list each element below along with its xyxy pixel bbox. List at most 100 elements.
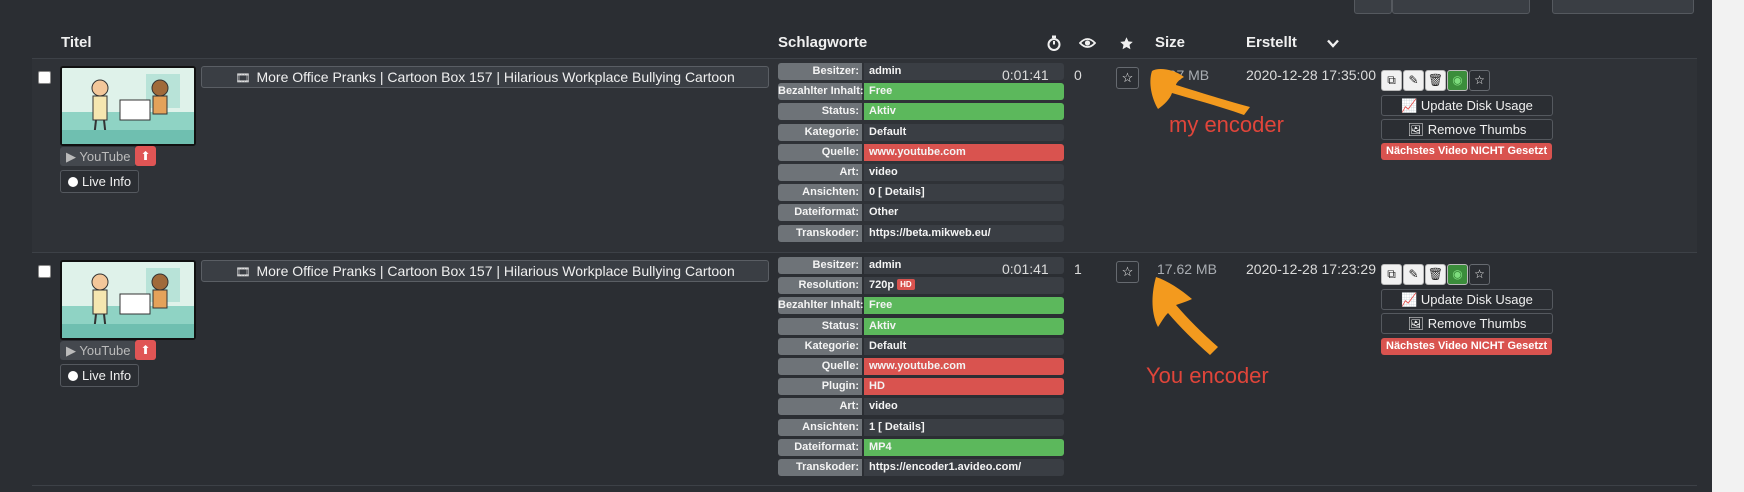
- live-info-button[interactable]: Live Info: [60, 364, 140, 387]
- scrollbar[interactable]: [1712, 0, 1744, 492]
- film-icon: 🎞: [235, 265, 251, 279]
- tag-value: MP4: [864, 438, 1064, 456]
- tag-key: Besitzer:: [778, 257, 862, 274]
- live-info-button[interactable]: Live Info: [60, 170, 140, 193]
- stopwatch-icon[interactable]: [1047, 34, 1061, 52]
- tag-value: Default: [864, 337, 1064, 355]
- row-checkbox[interactable]: [38, 71, 51, 84]
- tag-key: Bezahlter Inhalt:: [778, 297, 864, 315]
- next-video-warning-badge: Nächstes Video NICHT Gesetzt: [1381, 338, 1553, 355]
- tag-value: Aktiv: [864, 317, 1064, 335]
- video-thumbnail[interactable]: [60, 66, 196, 146]
- trash-icon[interactable]: 🗑: [1425, 264, 1446, 285]
- update-disk-usage-button[interactable]: 📈 Update Disk Usage: [1381, 289, 1553, 310]
- header-size[interactable]: Size: [1155, 34, 1185, 51]
- header-schlagworte[interactable]: Schlagworte: [778, 34, 867, 51]
- trash-icon[interactable]: 🗑: [1425, 70, 1446, 91]
- youtube-label: YouTube: [79, 149, 131, 164]
- upload-icon[interactable]: ⬆: [135, 340, 156, 360]
- views-details-link[interactable]: 1 [ Details]: [864, 418, 1064, 436]
- youtube-label: YouTube: [79, 343, 131, 358]
- tag-key: Ansichten:: [778, 184, 862, 202]
- toolbar-button-group[interactable]: [1552, 0, 1694, 14]
- live-info-label: Live Info: [82, 174, 132, 189]
- tag-key: Kategorie:: [778, 337, 862, 355]
- tag-value[interactable]: www.youtube.com: [864, 357, 1064, 375]
- tag-value: Default: [864, 123, 1064, 141]
- tag-value: Free: [864, 83, 1064, 101]
- video-table: Titel Schlagworte Size Erstellt 🎞 More O…: [32, 28, 1697, 486]
- toolbar-search-field[interactable]: [1392, 0, 1530, 14]
- tag-key: Resolution:: [778, 277, 862, 295]
- update-disk-usage-button[interactable]: 📈 Update Disk Usage: [1381, 95, 1553, 116]
- tag-key: Status:: [778, 317, 862, 335]
- tag-value: video: [864, 398, 1064, 416]
- row-actions: ⧉ ✎ 🗑 ◉ ☆: [1381, 264, 1491, 285]
- table-row: 🎞 More Office Pranks | Cartoon Box 157 | …: [32, 59, 1697, 253]
- update-disk-usage-label: Update Disk Usage: [1420, 292, 1533, 307]
- tag-value: https://encoder1.avideo.com/: [864, 458, 1064, 476]
- next-video-warning-badge: Nächstes Video NICHT Gesetzt: [1381, 143, 1553, 160]
- annotation-text: my encoder: [1169, 112, 1284, 137]
- created-date: 2020-12-28 17:23:29: [1246, 261, 1376, 277]
- play-circle-icon: ▶: [66, 343, 76, 358]
- duration: 0:01:41: [1002, 67, 1049, 83]
- upload-icon[interactable]: ⬆: [135, 146, 156, 166]
- tag-key: Status:: [778, 103, 862, 121]
- live-info-label: Live Info: [82, 368, 132, 383]
- youtube-button[interactable]: ▶ YouTube: [60, 147, 137, 166]
- tag-value: video: [864, 163, 1064, 181]
- video-thumbnail[interactable]: [60, 260, 196, 340]
- tag-key: Art:: [778, 163, 862, 181]
- chart-icon: 📈: [1401, 292, 1418, 307]
- remove-thumbs-label: Remove Thumbs: [1427, 316, 1527, 331]
- update-disk-usage-label: Update Disk Usage: [1420, 98, 1533, 113]
- tag-key: Ansichten:: [778, 418, 862, 436]
- circle-icon: [68, 371, 78, 381]
- tag-key: Dateiformat:: [778, 438, 862, 456]
- remove-thumbs-button[interactable]: 🖼 Remove Thumbs: [1381, 313, 1553, 334]
- tag-value[interactable]: www.youtube.com: [864, 143, 1064, 161]
- circle-icon: [68, 177, 78, 187]
- header-erstellt[interactable]: Erstellt: [1246, 34, 1297, 51]
- table-row: 🎞 More Office Pranks | Cartoon Box 157 | …: [32, 253, 1697, 486]
- created-date: 2020-12-28 17:35:00: [1246, 67, 1376, 83]
- star-icon[interactable]: [1119, 34, 1134, 51]
- star-icon[interactable]: ☆: [1469, 264, 1490, 285]
- star-icon[interactable]: ☆: [1469, 70, 1490, 91]
- youtube-button[interactable]: ▶ YouTube: [60, 341, 137, 360]
- table-header: Titel Schlagworte Size Erstellt: [32, 28, 1697, 59]
- header-titel[interactable]: Titel: [61, 34, 92, 51]
- copy-icon[interactable]: ⧉: [1381, 264, 1402, 285]
- tag-value: 720p HD: [864, 277, 1064, 295]
- row-checkbox[interactable]: [38, 265, 51, 278]
- video-title: More Office Pranks | Cartoon Box 157 | H…: [256, 263, 735, 279]
- video-title: More Office Pranks | Cartoon Box 157 | H…: [256, 69, 735, 85]
- row-actions: ⧉ ✎ 🗑 ◉ ☆: [1381, 70, 1491, 91]
- tag-key: Bezahlter Inhalt:: [778, 83, 864, 101]
- edit-icon[interactable]: ✎: [1403, 70, 1424, 91]
- views-details-link[interactable]: 0 [ Details]: [864, 184, 1064, 202]
- copy-icon[interactable]: ⧉: [1381, 70, 1402, 91]
- remove-thumbs-button[interactable]: 🖼 Remove Thumbs: [1381, 119, 1553, 140]
- hd-badge: HD: [897, 279, 915, 291]
- tag-value: HD: [864, 378, 1064, 396]
- eye-icon[interactable]: ◉: [1447, 264, 1468, 285]
- edit-icon[interactable]: ✎: [1403, 264, 1424, 285]
- images-icon: 🖼: [1407, 316, 1425, 331]
- favorite-star-button[interactable]: ☆: [1116, 67, 1139, 89]
- video-title-button[interactable]: 🎞 More Office Pranks | Cartoon Box 157 | …: [201, 260, 769, 282]
- tag-value: Other: [864, 204, 1064, 222]
- toolbar-prev-button[interactable]: [1354, 0, 1392, 14]
- eye-icon[interactable]: ◉: [1447, 70, 1468, 91]
- tag-key: Plugin:: [778, 378, 862, 396]
- chevron-down-icon[interactable]: [1327, 34, 1339, 51]
- tag-key: Transkoder:: [778, 224, 862, 242]
- tag-key: Kategorie:: [778, 123, 862, 141]
- tag-key: Transkoder:: [778, 458, 862, 476]
- annotation-text: You encoder: [1146, 363, 1269, 388]
- chart-icon: 📈: [1401, 98, 1418, 113]
- eye-icon[interactable]: [1078, 34, 1097, 51]
- video-title-button[interactable]: 🎞 More Office Pranks | Cartoon Box 157 | …: [201, 66, 769, 88]
- play-circle-icon: ▶: [66, 149, 76, 164]
